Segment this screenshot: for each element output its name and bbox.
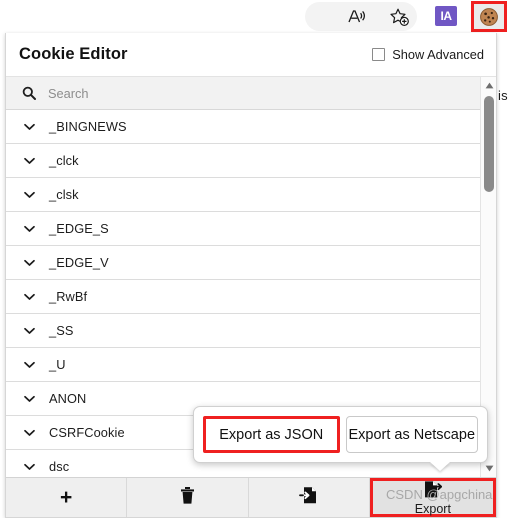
show-advanced-toggle[interactable]: Show Advanced — [372, 47, 484, 62]
chevron-down-icon — [22, 157, 36, 165]
chevron-down-icon — [22, 225, 36, 233]
chevron-down-icon — [22, 191, 36, 199]
export-as-json-button[interactable]: Export as JSON — [203, 416, 340, 453]
list-item[interactable]: _RwBf — [6, 280, 483, 314]
chevron-down-icon — [22, 429, 36, 437]
background-page-text: is — [498, 88, 508, 103]
cookie-name: _BINGNEWS — [49, 119, 127, 134]
cookie-name: dsc — [49, 459, 70, 474]
cookie-name: _clsk — [49, 187, 79, 202]
export-as-netscape-button[interactable]: Export as Netscape — [345, 416, 478, 453]
list-item[interactable]: _BINGNEWS — [6, 110, 483, 144]
cookie-name: CSRFCookie — [49, 425, 125, 440]
add-favorite-icon[interactable] — [385, 4, 413, 30]
scroll-down-arrow-icon[interactable] — [481, 461, 496, 476]
list-item[interactable]: _SS — [6, 314, 483, 348]
export-button-label: Export — [414, 501, 451, 516]
screenshot-root: is IA Cookie Editor Show Advanced Search… — [0, 0, 513, 518]
add-cookie-button[interactable]: + — [6, 478, 128, 517]
cookie-name: _RwBf — [49, 289, 88, 304]
list-item[interactable]: _clsk — [6, 178, 483, 212]
export-format-popup: Export as JSON Export as Netscape — [193, 406, 488, 463]
export-file-icon — [423, 480, 443, 504]
cookie-name: _clck — [49, 153, 79, 168]
action-toolbar: + Export — [6, 477, 496, 517]
cookie-name: _U — [49, 357, 66, 372]
cookie-editor-extension-icon[interactable] — [471, 1, 507, 32]
cookie-name: _SS — [49, 323, 74, 338]
browser-toolbar: IA — [0, 0, 513, 33]
trash-icon — [179, 486, 196, 510]
chevron-down-icon — [22, 463, 36, 471]
chevron-down-icon — [22, 395, 36, 403]
list-item[interactable]: _EDGE_V — [6, 246, 483, 280]
import-file-icon — [299, 485, 318, 510]
chevron-down-icon — [22, 259, 36, 267]
scrollbar-thumb[interactable] — [484, 96, 494, 192]
import-button[interactable] — [248, 478, 370, 517]
immersive-reader-badge[interactable]: IA — [435, 6, 457, 26]
search-row[interactable] — [6, 77, 483, 110]
delete-all-button[interactable] — [127, 478, 249, 517]
panel-header: Cookie Editor Show Advanced — [6, 33, 496, 77]
cookie-name: ANON — [49, 391, 87, 406]
chevron-down-icon — [22, 293, 36, 301]
list-item[interactable]: _clck — [6, 144, 483, 178]
cookie-name: _EDGE_V — [49, 255, 109, 270]
show-advanced-label: Show Advanced — [392, 47, 484, 62]
search-input[interactable] — [48, 85, 348, 101]
page-title: Cookie Editor — [19, 45, 128, 63]
show-advanced-checkbox[interactable] — [372, 48, 386, 61]
chevron-down-icon — [22, 327, 36, 335]
plus-icon: + — [59, 486, 73, 509]
export-button[interactable]: Export — [369, 478, 496, 517]
search-icon — [20, 86, 38, 100]
scroll-up-arrow-icon[interactable] — [481, 78, 496, 93]
list-item[interactable]: _EDGE_S — [6, 212, 483, 246]
chevron-down-icon — [22, 361, 36, 369]
read-aloud-icon[interactable] — [343, 4, 371, 30]
list-item[interactable]: _U — [6, 348, 483, 382]
chevron-down-icon — [22, 123, 36, 131]
cookie-name: _EDGE_S — [49, 221, 109, 236]
